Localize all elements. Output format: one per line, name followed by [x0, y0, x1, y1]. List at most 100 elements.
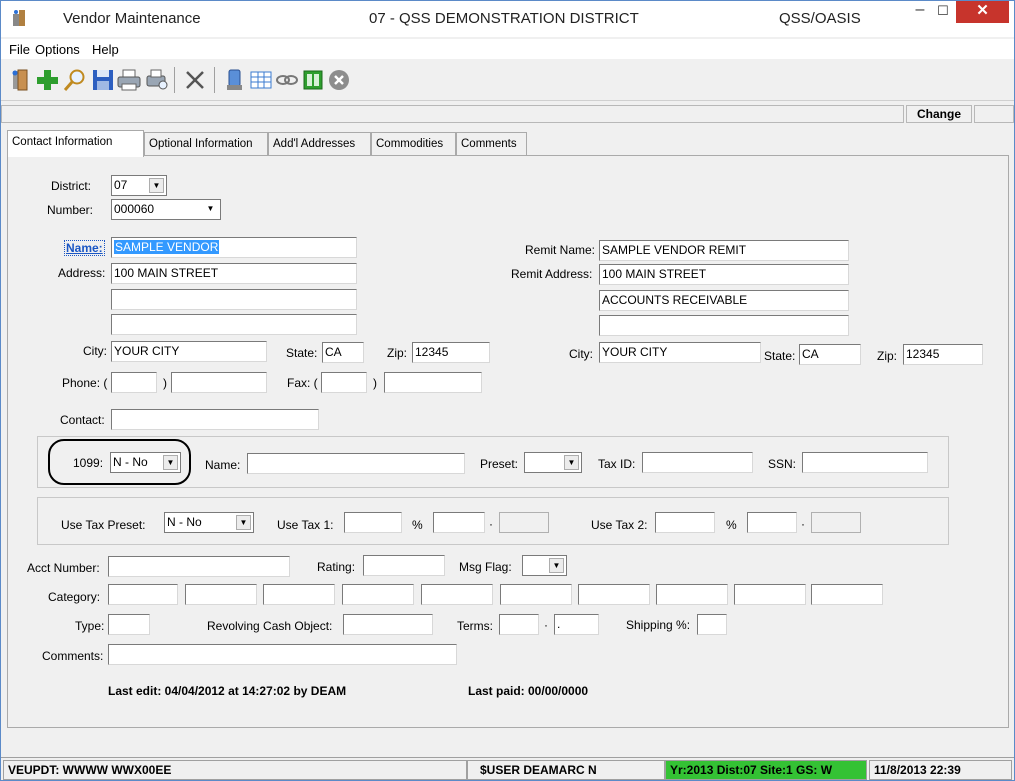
revolving-cash-object-field[interactable]: [343, 614, 433, 635]
last-edit-text: Last edit: 04/04/2012 at 14:27:02 by DEA…: [108, 684, 347, 698]
toolbar-separator: [174, 67, 175, 93]
use-tax-1-field[interactable]: [344, 512, 402, 533]
remit-zip-field[interactable]: 12345: [903, 344, 983, 365]
phone-icon[interactable]: [221, 67, 247, 93]
remit-address-line-3-field[interactable]: [599, 315, 849, 336]
contact-field[interactable]: [111, 409, 319, 430]
add-icon[interactable]: [34, 67, 60, 93]
use-tax-preset-label: Use Tax Preset:: [61, 518, 146, 532]
category-field-3[interactable]: [263, 584, 335, 605]
category-field-6[interactable]: [500, 584, 572, 605]
category-field-8[interactable]: [656, 584, 728, 605]
exit-icon[interactable]: [8, 67, 34, 93]
use-tax-1-rate-field[interactable]: [433, 512, 485, 533]
category-field-10[interactable]: [811, 584, 883, 605]
terms-field-1[interactable]: [499, 614, 539, 635]
app-name: QSS/OASIS: [779, 10, 861, 27]
terms-field-2[interactable]: .: [554, 614, 599, 635]
remit-name-label: Remit Name:: [525, 243, 596, 257]
t1099-select[interactable]: N - No ▼: [110, 452, 181, 473]
menu-help[interactable]: Help: [92, 42, 119, 57]
chevron-down-icon[interactable]: ▼: [203, 202, 218, 217]
comments-field[interactable]: [108, 644, 457, 665]
msg-flag-select[interactable]: ▼: [522, 555, 567, 576]
minimize-button[interactable]: –: [909, 1, 931, 23]
columns-icon[interactable]: [300, 67, 326, 93]
district-label: District:: [51, 179, 91, 193]
phone-area-field[interactable]: [111, 372, 157, 393]
rating-field[interactable]: [363, 555, 445, 576]
shipping-field[interactable]: [697, 614, 727, 635]
app-icon[interactable]: [11, 9, 27, 30]
link-icon[interactable]: [274, 67, 300, 93]
toolbar: [1, 59, 1014, 101]
remit-city-label: City:: [569, 347, 593, 361]
chevron-down-icon[interactable]: ▼: [149, 178, 164, 193]
remit-city-field[interactable]: YOUR CITY: [599, 342, 761, 363]
address-line-2-field[interactable]: [111, 289, 357, 310]
number-value: 000060: [114, 202, 155, 216]
address-line-3-field[interactable]: [111, 314, 357, 335]
district-title: 07 - QSS DEMONSTRATION DISTRICT: [369, 10, 639, 27]
use-tax-preset-select[interactable]: N - No ▼: [164, 512, 254, 533]
close-button[interactable]: ✕: [956, 1, 1009, 23]
category-field-7[interactable]: [578, 584, 650, 605]
phone-number-field[interactable]: [171, 372, 267, 393]
tab-commodities[interactable]: Commodities: [371, 132, 456, 156]
maximize-button[interactable]: ☐: [932, 3, 954, 25]
print-icon[interactable]: [116, 67, 142, 93]
name-link[interactable]: Name:: [64, 240, 105, 256]
number-select[interactable]: 000060 ▼: [111, 199, 221, 220]
print-preview-icon[interactable]: [144, 67, 170, 93]
use-tax-2-decimal-field: [811, 512, 861, 533]
category-field-5[interactable]: [421, 584, 493, 605]
chevron-down-icon[interactable]: ▼: [163, 455, 178, 470]
chevron-down-icon[interactable]: ▼: [236, 515, 251, 530]
delete-icon[interactable]: [182, 67, 208, 93]
menu-options[interactable]: Options: [35, 42, 80, 57]
tab-comments[interactable]: Comments: [456, 132, 527, 156]
use-tax-2-dot: ·: [801, 517, 805, 531]
taxid-field[interactable]: [642, 452, 753, 473]
use-tax-2-field[interactable]: [655, 512, 715, 533]
acct-number-field[interactable]: [108, 556, 290, 577]
remit-address-line-2-field[interactable]: ACCOUNTS RECEIVABLE: [599, 290, 849, 311]
tab-addl-addresses[interactable]: Add'l Addresses: [268, 132, 371, 156]
cancel-icon[interactable]: [326, 67, 352, 93]
zip-field[interactable]: 12345: [412, 342, 490, 363]
chevron-down-icon[interactable]: ▼: [564, 455, 579, 470]
search-icon[interactable]: [62, 67, 88, 93]
t1099-name-label: Name:: [205, 458, 241, 472]
remit-address-line-1-field[interactable]: 100 MAIN STREET: [599, 264, 849, 285]
category-field-4[interactable]: [342, 584, 414, 605]
chevron-down-icon[interactable]: ▼: [549, 558, 564, 573]
remit-state-field[interactable]: CA: [799, 344, 861, 365]
preset-select[interactable]: ▼: [524, 452, 582, 473]
t1099-name-field[interactable]: [247, 453, 465, 474]
fax-paren-close: ): [373, 376, 377, 390]
category-label: Category:: [48, 590, 101, 604]
type-field[interactable]: [108, 614, 150, 635]
ssn-label: SSN:: [768, 457, 797, 471]
city-field[interactable]: YOUR CITY: [111, 341, 267, 362]
category-field-9[interactable]: [734, 584, 806, 605]
ssn-field[interactable]: [802, 452, 928, 473]
fax-area-field[interactable]: [321, 372, 367, 393]
save-icon[interactable]: [90, 67, 116, 93]
grid-icon[interactable]: [248, 67, 274, 93]
remit-name-field[interactable]: SAMPLE VENDOR REMIT: [599, 240, 849, 261]
address-line-1-field[interactable]: 100 MAIN STREET: [111, 263, 357, 284]
category-field-1[interactable]: [108, 584, 178, 605]
use-tax-preset-value: N - No: [167, 515, 202, 529]
use-tax-1-decimal-field: [499, 512, 549, 533]
district-select[interactable]: 07 ▼: [111, 175, 167, 196]
state-field[interactable]: CA: [322, 342, 364, 363]
acct-number-label: Acct Number:: [27, 561, 100, 575]
category-field-2[interactable]: [185, 584, 257, 605]
tab-optional-information[interactable]: Optional Information: [144, 132, 268, 156]
menu-file[interactable]: File: [9, 42, 30, 57]
name-field[interactable]: SAMPLE VENDOR: [111, 237, 357, 258]
tab-contact-information[interactable]: Contact Information: [7, 130, 144, 157]
use-tax-2-rate-field[interactable]: [747, 512, 797, 533]
fax-number-field[interactable]: [384, 372, 482, 393]
